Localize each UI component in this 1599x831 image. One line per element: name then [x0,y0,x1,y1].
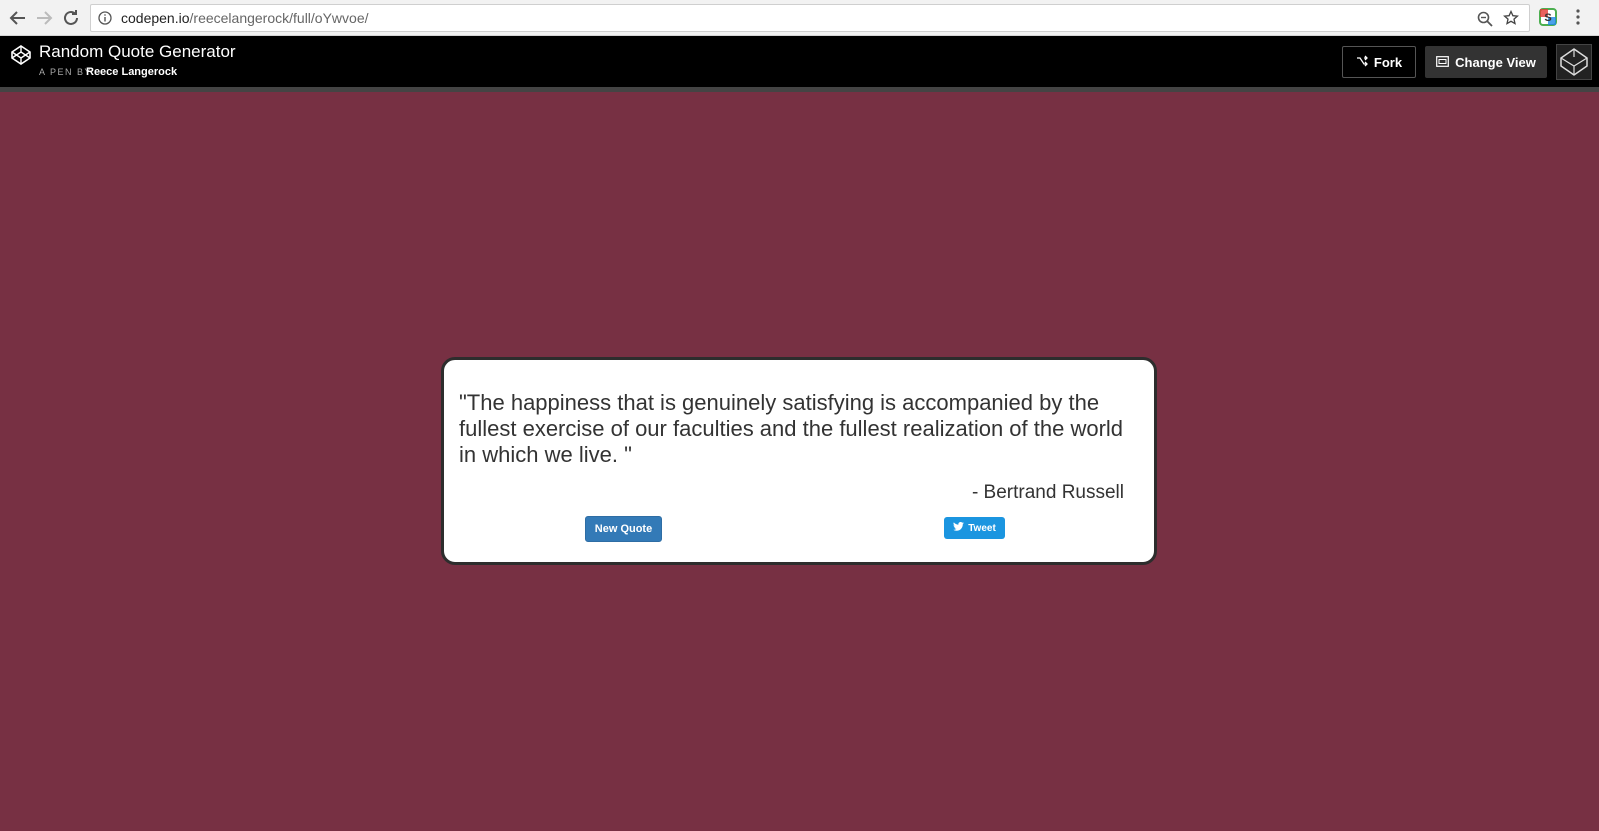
fork-icon [1356,55,1368,70]
forward-icon[interactable] [32,6,56,30]
quote-author: - Bertrand Russell [971,482,1124,503]
url-text: codepen.io/reecelangerock/full/oYwvoe/ [121,10,369,26]
pen-byline: A PEN BY [39,67,93,77]
change-view-icon [1436,55,1450,70]
svg-text:S: S [1544,12,1551,24]
quote-card: "The happiness that is genuinely satisfy… [441,357,1157,565]
change-view-button[interactable]: Change View [1425,46,1547,78]
browser-menu-icon[interactable] [1575,8,1581,31]
tweet-button[interactable]: Tweet [944,517,1005,539]
user-avatar[interactable] [1556,44,1592,80]
browser-toolbar: codepen.io/reecelangerock/full/oYwvoe/ S [0,0,1599,36]
info-icon[interactable] [98,11,112,30]
zoom-icon[interactable] [1477,11,1493,32]
back-icon[interactable] [6,6,30,30]
pen-preview: "The happiness that is genuinely satisfy… [0,92,1599,831]
fork-button[interactable]: Fork [1342,46,1416,78]
change-view-label: Change View [1455,54,1536,70]
new-quote-button[interactable]: New Quote [585,516,662,542]
bookmark-star-icon[interactable] [1503,9,1519,31]
url-domain: codepen.io [121,10,190,26]
tweet-label: Tweet [968,522,996,534]
pen-title[interactable]: Random Quote Generator [39,42,236,62]
fork-label: Fork [1373,54,1403,70]
extension-icon[interactable]: S [1539,8,1557,26]
reload-icon[interactable] [59,6,83,30]
quote-text: "The happiness that is genuinely satisfy… [459,390,1124,467]
url-path: /reecelangerock/full/oYwvoe/ [189,10,369,26]
pen-author-link[interactable]: Reece Langerock [86,66,177,78]
address-bar[interactable]: codepen.io/reecelangerock/full/oYwvoe/ [90,4,1530,32]
twitter-bird-icon [953,521,965,534]
codepen-logo-icon[interactable] [10,44,32,71]
codepen-header: Random Quote Generator A PEN BY Reece La… [0,36,1599,87]
